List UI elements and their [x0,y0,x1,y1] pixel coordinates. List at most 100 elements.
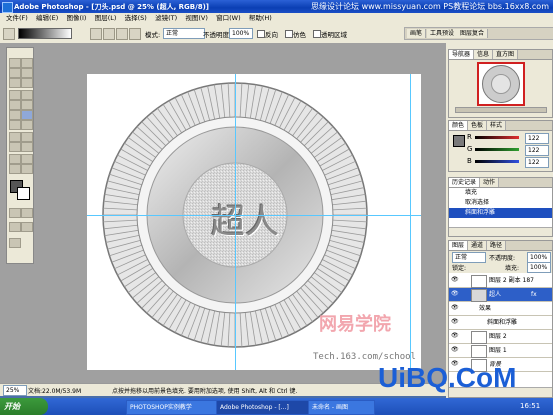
menu-window[interactable]: 窗口(W) [216,13,241,23]
eraser-tool-icon[interactable] [9,110,21,120]
dither-checkbox[interactable] [285,30,293,38]
guide-vertical-right[interactable] [410,74,411,370]
eyedropper-tool-icon[interactable] [21,154,33,164]
navigator-thumbnail[interactable] [477,62,525,106]
brush-tool-icon[interactable] [21,90,33,100]
background-color-swatch[interactable] [17,187,30,200]
history-brush-tool-icon[interactable] [21,100,33,110]
opacity-field[interactable]: 100% [229,28,253,39]
guide-vertical-center[interactable] [235,74,236,370]
layer-row-selected[interactable]: 👁 超人 fx [449,288,552,302]
pen-tool-icon[interactable] [9,142,21,152]
document-canvas[interactable]: 超人 网易学院 Tech.163.com/school [87,74,421,370]
hand-tool-icon[interactable] [9,164,21,174]
tab-navigator[interactable]: 导航器 [449,50,475,59]
gradient-preview[interactable] [18,28,72,39]
transparency-checkbox[interactable] [313,30,321,38]
uibq-watermark: UiBQ.CoM [378,362,517,393]
move-tool-icon[interactable] [21,58,33,68]
menu-filter[interactable]: 滤镜(T) [155,13,177,23]
tab-paths[interactable]: 路径 [487,241,507,250]
navigator-zoom-slider[interactable] [455,107,547,113]
zoom-tool-icon[interactable] [21,164,33,174]
layer-row[interactable]: 👁 图层 2 副本 187 [449,274,552,288]
tab-histogram[interactable]: 直方图 [493,50,519,59]
blur-tool-icon[interactable] [9,120,21,130]
taskbar-item-active[interactable]: Adobe Photoshop - [...] [216,400,309,415]
title-bar: Adobe Photoshop - [刀头.psd @ 25% (超人, RGB… [0,0,553,13]
channel-r-value[interactable]: 122 [525,133,549,144]
dodge-tool-icon[interactable] [21,120,33,130]
palette-well-brushes[interactable]: 画笔 [407,29,427,38]
shape-tool-icon[interactable] [21,142,33,152]
healing-brush-tool-icon[interactable] [9,90,21,100]
taskbar-item[interactable]: PHOTOSHOP实例教学 [126,400,217,415]
palette-well-layer-comps[interactable]: 图层复合 [457,29,489,38]
jump-to-imageready-icon[interactable] [9,238,21,248]
zoom-field[interactable]: 25% [3,385,27,396]
lasso-tool-icon[interactable] [9,68,21,78]
layer-effects-row[interactable]: 👁 效果 [449,302,552,316]
tool-preset-icon[interactable] [3,28,15,40]
channel-g-value[interactable]: 122 [525,145,549,156]
layer-effect-bevel-row[interactable]: 👁 斜面和浮雕 [449,316,552,330]
eye-icon[interactable]: 👁 [451,333,459,339]
menu-image[interactable]: 图像(I) [66,13,86,23]
taskbar-item[interactable]: 未命名 - 画图 [308,400,375,415]
reverse-checkbox[interactable] [257,30,265,38]
radial-gradient-icon[interactable] [103,28,115,40]
tab-layers[interactable]: 图层 [449,241,469,250]
layer-row[interactable]: 👁 图层 2 [449,330,552,344]
tab-history[interactable]: 历史记录 [449,178,481,187]
history-item[interactable]: 取消选择 [449,198,552,208]
eye-icon[interactable]: 👁 [451,347,459,353]
menu-layer[interactable]: 图层(L) [95,13,117,23]
palette-well-tool-presets[interactable]: 工具预设 [427,29,459,38]
fx-badge[interactable]: fx [531,288,537,301]
channel-r-slider[interactable] [475,136,519,139]
menu-select[interactable]: 选择(S) [125,13,147,23]
slice-tool-icon[interactable] [21,78,33,88]
tab-styles[interactable]: 样式 [487,121,507,130]
channel-g-slider[interactable] [475,148,519,151]
layer-fill-field[interactable]: 100% [527,262,551,273]
layer-row[interactable]: 👁 图层 1 [449,344,552,358]
eye-icon[interactable]: 👁 [451,319,459,325]
eye-icon[interactable]: 👁 [451,305,459,311]
color-fg-swatch[interactable] [453,135,465,147]
type-tool-icon[interactable] [21,132,33,142]
screen-mode-full-icon[interactable] [21,222,33,232]
eye-icon[interactable]: 👁 [451,277,459,283]
start-button[interactable]: 开始 [0,398,48,415]
menu-edit[interactable]: 编辑(E) [36,13,58,23]
path-selection-tool-icon[interactable] [9,132,21,142]
channel-b-slider[interactable] [475,160,519,163]
tab-swatches[interactable]: 色板 [468,121,488,130]
linear-gradient-icon[interactable] [90,28,102,40]
screen-mode-standard-icon[interactable] [9,222,21,232]
blend-mode-select[interactable]: 正常 [452,252,486,263]
clone-stamp-tool-icon[interactable] [9,100,21,110]
reflected-gradient-icon[interactable] [129,28,141,40]
gradient-tool-icon[interactable] [21,110,33,120]
history-item-selected[interactable]: 斜面和浮雕 [449,208,552,218]
guide-horizontal[interactable] [87,215,421,216]
eye-icon[interactable]: 👁 [451,291,459,297]
menu-view[interactable]: 视图(V) [185,13,208,23]
history-item[interactable]: 填充 [449,188,552,198]
mode-select[interactable]: 正常 [163,28,205,39]
channel-b-value[interactable]: 122 [525,157,549,168]
marquee-tool-icon[interactable] [9,58,21,68]
magic-wand-tool-icon[interactable] [21,68,33,78]
tab-info[interactable]: 信息 [474,50,494,59]
menu-help[interactable]: 帮助(H) [249,13,272,23]
standard-mode-icon[interactable] [9,208,21,218]
tab-channels[interactable]: 通道 [468,241,488,250]
menu-file[interactable]: 文件(F) [6,13,28,23]
angle-gradient-icon[interactable] [116,28,128,40]
notes-tool-icon[interactable] [9,154,21,164]
crop-tool-icon[interactable] [9,78,21,88]
tab-color[interactable]: 颜色 [449,121,469,130]
tab-actions[interactable]: 动作 [480,178,500,187]
quick-mask-icon[interactable] [21,208,33,218]
